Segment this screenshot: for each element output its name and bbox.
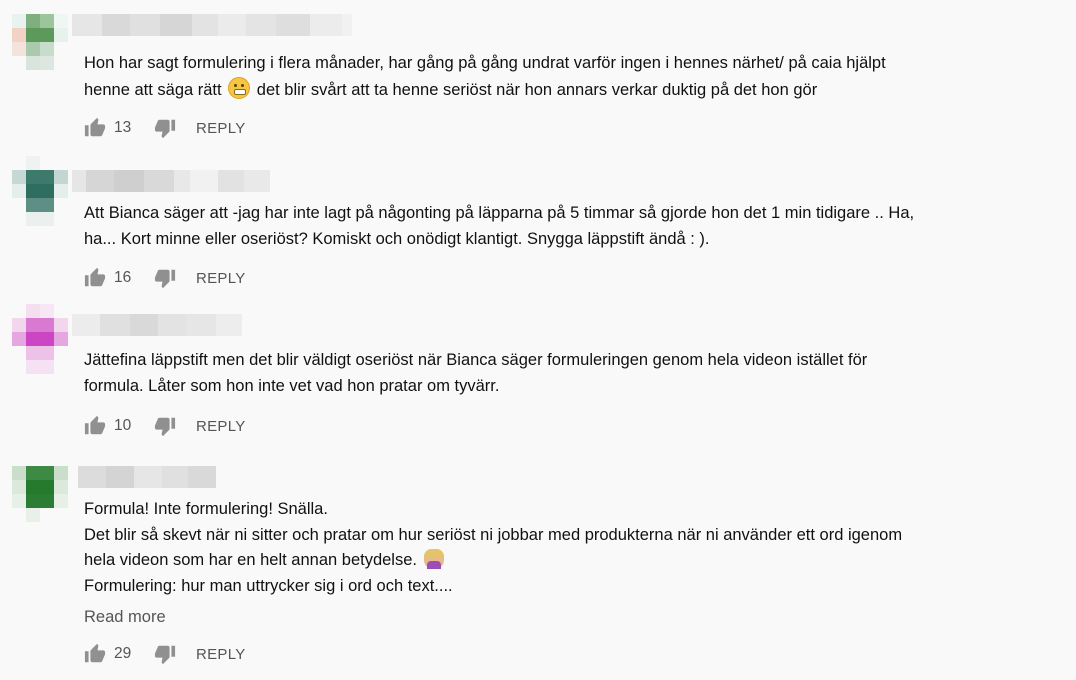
comment-actions: 10 REPLY	[84, 414, 246, 438]
comment-actions: 16 REPLY	[84, 266, 246, 290]
thumbs-up-icon[interactable]	[84, 415, 106, 437]
thumbs-down-icon[interactable]	[154, 117, 176, 139]
reply-button[interactable]: REPLY	[196, 418, 246, 435]
comment-actions: 13 REPLY	[84, 116, 246, 140]
comment-line-1: Hon har sagt formulering i flera månader…	[84, 54, 886, 72]
like-count: 13	[114, 119, 132, 136]
grimace-emoji-icon	[228, 76, 251, 99]
reply-button[interactable]: REPLY	[196, 120, 246, 137]
thumbs-down-icon[interactable]	[154, 267, 176, 289]
read-more-link[interactable]: Read more	[84, 608, 166, 627]
thumbs-up-icon[interactable]	[84, 643, 106, 665]
author-name[interactable]	[72, 314, 242, 336]
like-count: 16	[114, 269, 132, 286]
thumbs-up-icon[interactable]	[84, 117, 106, 139]
thumbs-down-icon[interactable]	[154, 415, 176, 437]
like-count: 10	[114, 417, 132, 434]
like-count: 29	[114, 645, 132, 662]
thumbs-down-icon[interactable]	[154, 643, 176, 665]
facepalm-emoji-icon	[423, 549, 444, 569]
comment-text-end: Formulering: hur man uttrycker sig i ord…	[84, 576, 453, 595]
comment-line-2-start: henne att säga rätt	[84, 80, 227, 99]
comment-actions: 29 REPLY	[84, 642, 246, 666]
reply-button[interactable]: REPLY	[196, 646, 246, 663]
author-name[interactable]	[72, 170, 270, 192]
comment-text: Hon har sagt formulering i flera månader…	[84, 51, 1044, 103]
reply-button[interactable]: REPLY	[196, 270, 246, 287]
avatar[interactable]	[12, 304, 68, 374]
avatar[interactable]	[12, 156, 68, 226]
avatar[interactable]	[12, 14, 68, 70]
avatar[interactable]	[12, 466, 68, 522]
comment-text-start: Formula! Inte formulering! Snälla. Det b…	[84, 500, 903, 569]
author-name[interactable]	[72, 14, 352, 36]
comment-text: Formula! Inte formulering! Snälla. Det b…	[84, 497, 1044, 599]
author-name[interactable]	[78, 466, 216, 488]
comment-line-2-end: det blir svårt att ta henne seriöst när …	[252, 80, 818, 99]
comment-text: Jättefina läppstift men det blir väldigt…	[84, 351, 868, 395]
thumbs-up-icon[interactable]	[84, 267, 106, 289]
comment-text: Att Bianca säger att -jag har inte lagt …	[84, 204, 915, 248]
